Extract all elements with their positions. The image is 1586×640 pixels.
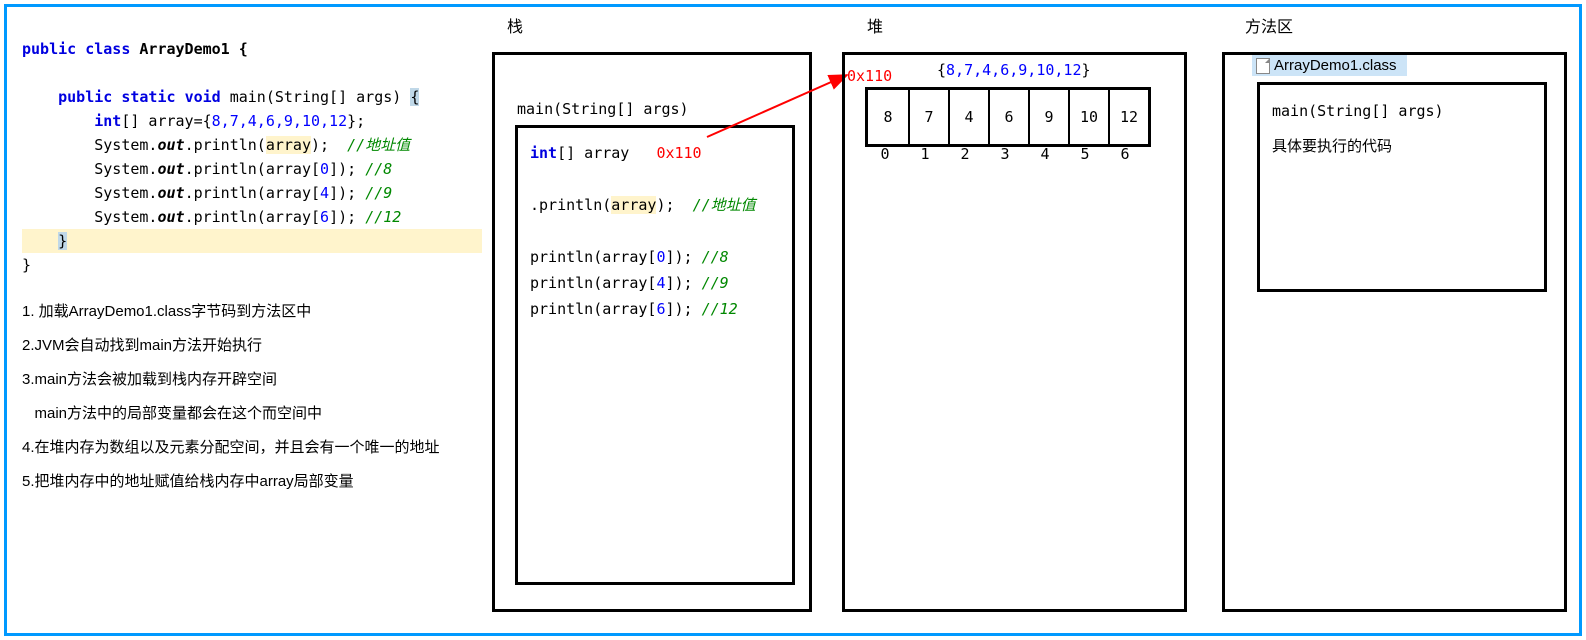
explain-step-3b: main方法中的局部变量都会在这个而空间中 bbox=[22, 399, 482, 429]
code-line: public static void main(String[] args) { bbox=[22, 85, 482, 109]
stack-memory-box: main(String[] args) int[] array 0x110 .p… bbox=[492, 52, 812, 612]
stack-println-6: println(array[6]); //12 bbox=[530, 296, 780, 322]
diagram-container: public class ArrayDemo1 { public static … bbox=[4, 4, 1582, 636]
file-icon bbox=[1256, 58, 1270, 74]
code-line: System.out.println(array); //地址值 bbox=[22, 133, 482, 157]
array-cell: 12 bbox=[1108, 90, 1148, 144]
explanation-text: 1. 加载ArrayDemo1.class字节码到方法区中 2.JVM会自动找到… bbox=[22, 297, 482, 497]
array-cell: 6 bbox=[988, 90, 1028, 144]
method-desc: 具体要执行的代码 bbox=[1272, 133, 1532, 161]
heap-array-literal: {8,7,4,6,9,10,12} bbox=[937, 61, 1091, 79]
stack-var-array: int[] array 0x110 bbox=[530, 140, 780, 166]
code-line: System.out.println(array[0]); //8 bbox=[22, 157, 482, 181]
array-index: 4 bbox=[1025, 145, 1065, 163]
array-index: 5 bbox=[1065, 145, 1105, 163]
code-line: System.out.println(array[6]); //12 bbox=[22, 205, 482, 229]
code-line: } bbox=[22, 229, 482, 253]
method-area-frame: main(String[] args) 具体要执行的代码 bbox=[1257, 82, 1547, 292]
code-line: int[] array={8,7,4,6,9,10,12}; bbox=[22, 109, 482, 133]
stack-println-4: println(array[4]); //9 bbox=[530, 270, 780, 296]
class-file-name: ArrayDemo1.class bbox=[1274, 57, 1397, 74]
heap-array-indices: 0 1 2 3 4 5 6 bbox=[865, 145, 1145, 163]
explain-step-3a: 3.main方法会被加载到栈内存开辟空间 bbox=[22, 365, 482, 395]
source-code-panel: public class ArrayDemo1 { public static … bbox=[22, 37, 482, 501]
heap-address: 0x110 bbox=[847, 67, 892, 85]
array-cell: 7 bbox=[908, 90, 948, 144]
stack-label: 栈 bbox=[507, 13, 523, 37]
array-cell: 9 bbox=[1028, 90, 1068, 144]
method-main-sig: main(String[] args) bbox=[1272, 97, 1532, 125]
class-file-badge: ArrayDemo1.class bbox=[1252, 55, 1407, 76]
code-line bbox=[22, 61, 482, 85]
stack-println-array: .println(array); //地址值 bbox=[530, 192, 780, 218]
array-index: 6 bbox=[1105, 145, 1145, 163]
array-index: 0 bbox=[865, 145, 905, 163]
explain-step-2: 2.JVM会自动找到main方法开始执行 bbox=[22, 331, 482, 361]
code-line: } bbox=[22, 253, 482, 277]
method-area-label: 方法区 bbox=[1245, 13, 1293, 37]
heap-label: 堆 bbox=[867, 13, 883, 37]
array-cell: 10 bbox=[1068, 90, 1108, 144]
explain-step-1: 1. 加载ArrayDemo1.class字节码到方法区中 bbox=[22, 297, 482, 327]
explain-step-4: 4.在堆内存为数组以及元素分配空间，并且会有一个唯一的地址 bbox=[22, 433, 482, 463]
array-index: 3 bbox=[985, 145, 1025, 163]
array-cell: 8 bbox=[868, 90, 908, 144]
array-index: 1 bbox=[905, 145, 945, 163]
array-index: 2 bbox=[945, 145, 985, 163]
stack-main-signature: main(String[] args) bbox=[517, 100, 689, 118]
stack-frame: int[] array 0x110 .println(array); //地址值… bbox=[515, 125, 795, 585]
stack-println-0: println(array[0]); //8 bbox=[530, 244, 780, 270]
array-cell: 4 bbox=[948, 90, 988, 144]
explain-step-5: 5.把堆内存中的地址赋值给栈内存中array局部变量 bbox=[22, 467, 482, 497]
code-line: System.out.println(array[4]); //9 bbox=[22, 181, 482, 205]
heap-array-cells: 8 7 4 6 9 10 12 bbox=[865, 87, 1151, 147]
code-line: public class ArrayDemo1 { bbox=[22, 37, 482, 61]
